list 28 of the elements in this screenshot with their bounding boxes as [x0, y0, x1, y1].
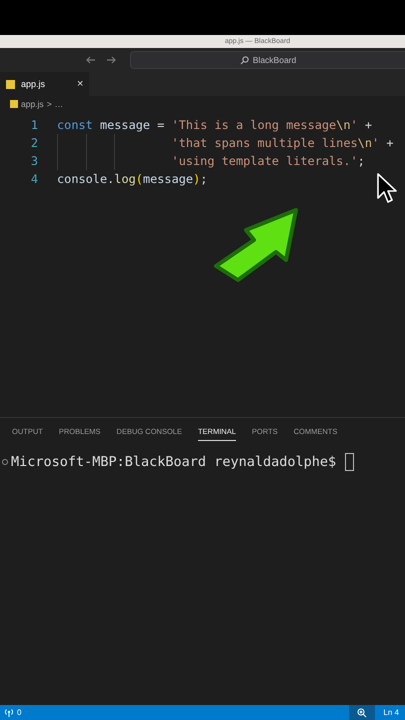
close-icon[interactable]: ×: [77, 78, 84, 90]
code-line: 'using template literals.';: [170, 154, 365, 168]
js-file-icon: [10, 100, 18, 108]
editor-tab[interactable]: app.js ×: [0, 72, 90, 96]
zoom-button[interactable]: [349, 705, 376, 720]
back-icon[interactable]: [86, 56, 96, 64]
search-icon: [240, 56, 249, 64]
terminal-cursor: [345, 453, 354, 471]
line-number: 2: [30, 136, 39, 150]
cursor-position[interactable]: Ln 4: [375, 708, 405, 717]
line-number: 3: [30, 154, 39, 168]
terminal-prompt: Microsoft-MBP:BlackBoard reynaldadolphe$: [11, 454, 336, 470]
status-circle-icon: [2, 459, 8, 465]
js-file-icon: [6, 80, 15, 88]
code-line: const message = 'This is a long message\n' +: [57, 118, 372, 132]
code-line: 'that spans multiple lines\n' +: [170, 136, 394, 150]
mouse-pointer-icon: [376, 172, 398, 204]
forward-icon[interactable]: [106, 56, 116, 64]
ports-status[interactable]: 0: [0, 708, 350, 717]
breadcrumb-item[interactable]: …: [54, 99, 64, 109]
line-number: 4: [30, 172, 39, 186]
breadcrumb-item[interactable]: app.js: [21, 99, 44, 109]
search-field[interactable]: BlackBoard: [130, 51, 405, 69]
broadcast-icon: [4, 708, 14, 717]
zoom-icon: [357, 708, 368, 718]
code-line: console.log(message);: [57, 172, 208, 186]
line-number: 1: [30, 118, 39, 132]
breadcrumb-separator: >: [46, 99, 52, 109]
